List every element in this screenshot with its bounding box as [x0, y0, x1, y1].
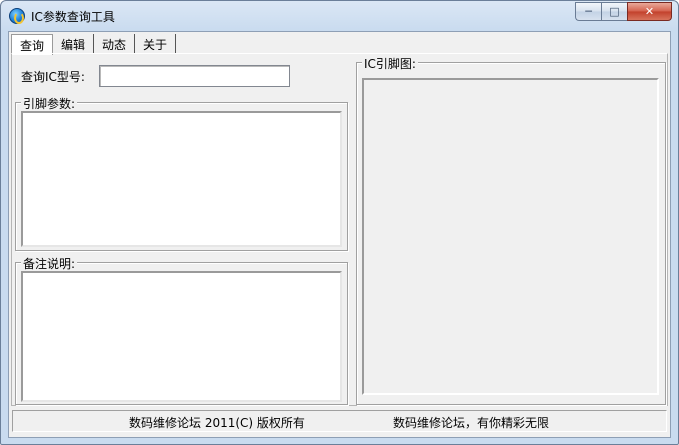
- notes-title: 备注说明:: [21, 255, 78, 272]
- maximize-button[interactable]: □: [601, 2, 627, 21]
- title-bar[interactable]: IC参数查询工具 ─ □ ✕: [1, 1, 678, 31]
- tab-strip: 查询 编辑 动态 关于: [11, 34, 177, 55]
- ic-model-label: 查询IC型号:: [21, 70, 85, 84]
- window-controls: ─ □ ✕: [575, 2, 672, 21]
- pin-diagram-image: [362, 78, 659, 395]
- tab-edit[interactable]: 编辑: [53, 34, 95, 54]
- ic-model-input[interactable]: [99, 65, 290, 87]
- app-logo-icon: [9, 8, 25, 24]
- maximize-icon: □: [609, 5, 620, 18]
- pin-params-textarea[interactable]: [21, 111, 342, 247]
- close-button[interactable]: ✕: [627, 2, 672, 21]
- client-area: 查询 编辑 动态 关于 查询IC型号: 引脚参数: 备注说明: IC引脚图: 数…: [8, 31, 671, 438]
- minimize-button[interactable]: ─: [575, 2, 601, 21]
- query-tab-page: 查询IC型号: 引脚参数: 备注说明: IC引脚图:: [11, 53, 668, 406]
- pin-params-title: 引脚参数:: [21, 95, 78, 112]
- minimize-icon: ─: [585, 5, 592, 18]
- status-copyright: 数码维修论坛 2011(C) 版权所有: [129, 416, 305, 430]
- notes-group: 备注说明:: [15, 255, 348, 405]
- status-slogan: 数码维修论坛，有你精彩无限: [393, 416, 550, 430]
- status-bar: 数码维修论坛 2011(C) 版权所有 数码维修论坛，有你精彩无限: [12, 410, 667, 432]
- pin-diagram-title: IC引脚图:: [362, 55, 418, 72]
- notes-textarea[interactable]: [21, 271, 342, 402]
- window-title: IC参数查询工具: [31, 10, 115, 24]
- pin-params-group: 引脚参数:: [15, 95, 348, 251]
- tab-about[interactable]: 关于: [135, 34, 177, 54]
- close-icon: ✕: [644, 5, 655, 18]
- tab-query[interactable]: 查询: [11, 34, 54, 55]
- tab-dynamic[interactable]: 动态: [94, 34, 136, 54]
- pin-diagram-group: IC引脚图:: [356, 55, 666, 405]
- app-window: IC参数查询工具 ─ □ ✕ 查询 编辑 动态 关于 查询IC型号: 引脚参数:: [0, 0, 679, 445]
